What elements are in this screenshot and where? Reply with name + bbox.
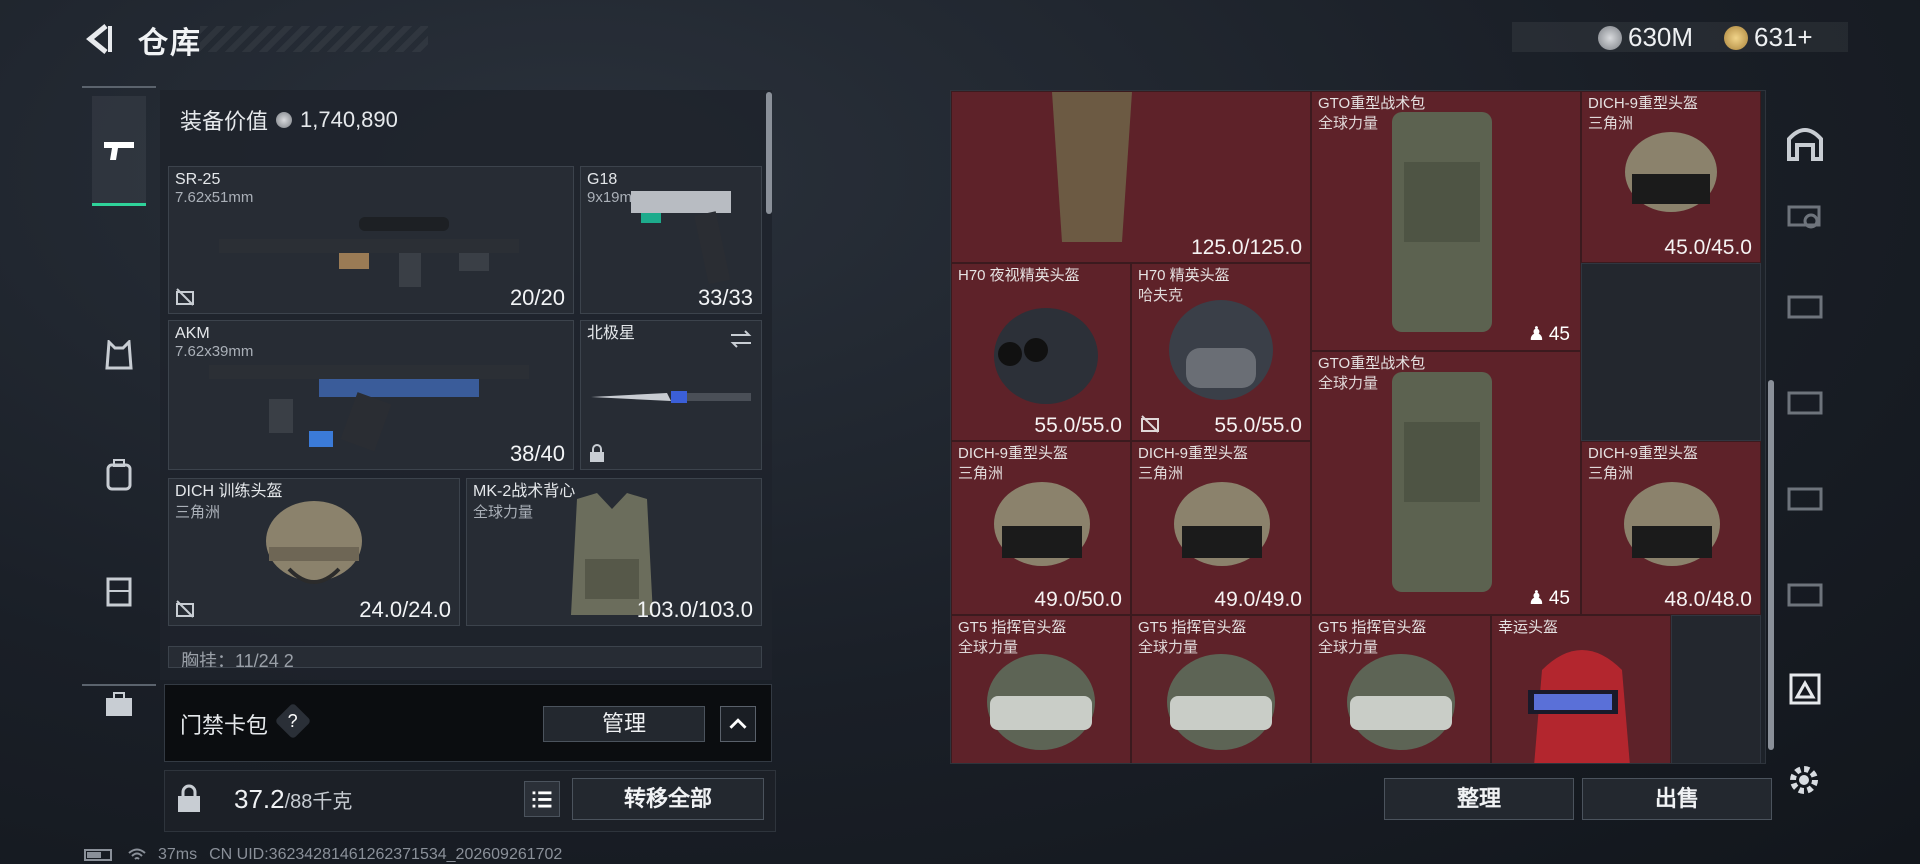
tab-stash-active[interactable] <box>1780 664 1830 714</box>
warehouse-icon <box>1787 128 1823 161</box>
backpack-image <box>1392 372 1492 592</box>
currency-silver[interactable]: 630M <box>1598 22 1693 53</box>
akm-rifle-image <box>209 365 529 452</box>
slot-sidearm[interactable]: G18 9x19mm 33/33 <box>580 166 762 314</box>
battery-icon <box>84 849 112 861</box>
dich9-helmet-image <box>994 482 1090 566</box>
knife-image <box>591 391 751 403</box>
sort-button[interactable]: 整理 <box>1384 778 1574 820</box>
stack-icon: ♟ <box>1527 324 1545 345</box>
dich9-helmet-image <box>1174 482 1270 566</box>
stash-item-backpack[interactable]: GTO重型战术包 全球力量 ♟ 45 <box>1311 351 1581 615</box>
tab-case[interactable] <box>92 678 146 732</box>
slot-body-armor[interactable]: MK-2战术背心 全球力量 103.0/103.0 <box>466 478 762 626</box>
wifi-icon <box>128 848 146 860</box>
stash-item-helmet[interactable]: DICH-9重型头盔 三角洲 48.0/48.0 <box>1581 441 1761 615</box>
gt5-helmet-image <box>1347 654 1455 750</box>
lucky-helmet-image <box>1528 650 1630 763</box>
ping: 37ms <box>158 846 198 863</box>
stash-item-helmet[interactable]: GT5 指挥官头盔 全球力量 <box>951 615 1131 763</box>
page-title: 仓库 <box>138 27 202 60</box>
tab-all-stash[interactable] <box>1780 118 1830 168</box>
backpack-icon <box>106 459 132 491</box>
chest-rig-icon <box>106 577 132 607</box>
list-view-icon[interactable] <box>524 781 560 817</box>
back-arrow-icon[interactable] <box>82 22 116 56</box>
stash-item-helmet[interactable]: H70 精英头盔 哈夫克 55.0/55.0 <box>1131 263 1311 441</box>
silver-coin-icon <box>276 112 293 128</box>
vest-icon <box>105 340 133 370</box>
dich9-helmet-image <box>1624 482 1720 566</box>
stash-item-helmet[interactable]: H70 夜视精英头盔 55.0/55.0 <box>951 263 1131 441</box>
category-tabs <box>82 86 156 716</box>
stash-slot-icon <box>1787 295 1823 319</box>
stash-grid[interactable]: 125.0/125.0 GTO重型战术包 全球力量 ♟ 45 DICH-9重型头盔… <box>950 90 1766 764</box>
uid: CN UID:3623428146126237153​4_20260926170… <box>209 846 563 863</box>
stash-slot-icon <box>1787 583 1823 607</box>
tab-stash-4[interactable] <box>1780 472 1830 522</box>
tab-stash-5[interactable] <box>1780 568 1830 618</box>
title-decoration <box>200 26 428 52</box>
empty-cell[interactable] <box>1581 263 1761 441</box>
status-bar: 37ms CN UID:3623428146126237153​4_202609… <box>84 846 562 864</box>
stash-item-helmet[interactable]: GT5 指挥官头盔 全球力量 <box>1131 615 1311 763</box>
tab-armor[interactable] <box>92 328 146 382</box>
currency-gold[interactable]: 631+ <box>1724 22 1813 53</box>
tab-rig[interactable] <box>92 564 146 618</box>
no-insurance-icon <box>1141 415 1159 433</box>
g18-pistol-image <box>631 191 731 285</box>
h70-helmet-image <box>1169 300 1273 400</box>
stash-item-helmet[interactable]: DICH-9重型头盔 三角洲 49.0/50.0 <box>951 441 1131 615</box>
keycard-case-label: 门禁卡包 <box>180 713 269 738</box>
lock-icon <box>590 444 604 462</box>
stash-slot-icon <box>1787 205 1821 229</box>
sr25-rifle-image <box>219 217 519 287</box>
chevron-up-icon[interactable] <box>720 706 756 742</box>
stash-item-helmet[interactable]: 幸运头盔 <box>1491 615 1671 763</box>
empty-cell[interactable] <box>1671 615 1761 763</box>
briefcase-icon <box>106 692 132 716</box>
slot-melee[interactable]: 北极星 <box>580 320 762 470</box>
manage-button[interactable]: 管理 <box>543 706 705 742</box>
slot-secondary-weapon[interactable]: AKM 7.62x39mm 38/40 <box>168 320 574 470</box>
training-helmet-image <box>266 501 362 584</box>
slot-primary-weapon[interactable]: SR-25 7.62x51mm 20/20 <box>168 166 574 314</box>
carry-weight: 37.2/88千克 <box>234 784 353 814</box>
equipment-value: 装备价值 1,740,890 <box>180 107 398 134</box>
stash-slot-icon <box>1787 487 1823 511</box>
h70-nvg-helmet-image <box>994 308 1098 404</box>
transfer-all-button[interactable]: 转移全部 <box>572 778 764 820</box>
pistol-icon <box>104 141 134 160</box>
chest-rig-row[interactable]: 胸挂：11/24 2 <box>168 646 762 668</box>
tab-stash-2[interactable] <box>1780 280 1830 330</box>
no-insurance-icon <box>176 288 194 306</box>
silver-coin-icon <box>1598 25 1622 50</box>
swap-icon[interactable] <box>729 329 753 349</box>
stash-slot-icon <box>1787 391 1823 415</box>
no-insurance-icon <box>176 600 194 618</box>
stash-item-helmet[interactable]: DICH-9重型头盔 三角洲 49.0/49.0 <box>1131 441 1311 615</box>
stash-item-armor-partial[interactable]: 125.0/125.0 <box>951 91 1311 263</box>
loadout-scrollbar[interactable] <box>766 92 772 214</box>
tab-weapons[interactable] <box>92 96 146 206</box>
stash-tabs <box>1770 96 1840 736</box>
tab-stash-3[interactable] <box>1780 376 1830 426</box>
tab-backpack[interactable] <box>92 448 146 502</box>
stash-item-helmet[interactable]: GT5 指挥官头盔 全球力量 <box>1311 615 1491 763</box>
stash-item-backpack[interactable]: GTO重型战术包 全球力量 ♟ 45 <box>1311 91 1581 351</box>
backpack-image <box>1392 112 1492 332</box>
gt5-helmet-image <box>1167 654 1275 750</box>
dich9-helmet-image <box>1625 132 1717 212</box>
armor-image <box>1052 92 1132 242</box>
weight-lock-icon <box>178 784 200 812</box>
stash-item-helmet[interactable]: DICH-9重型头盔 三角洲 45.0/45.0 <box>1581 91 1761 263</box>
gear-icon[interactable] <box>1786 762 1822 798</box>
stash-slot-icon <box>1789 673 1821 705</box>
gold-coin-icon <box>1724 25 1748 50</box>
stack-icon: ♟ <box>1527 588 1545 609</box>
tab-stash-1[interactable] <box>1780 188 1830 238</box>
sell-button[interactable]: 出售 <box>1582 778 1772 820</box>
gt5-helmet-image <box>987 654 1095 750</box>
slot-helmet[interactable]: DICH 训练头盔 三角洲 24.0/24.0 <box>168 478 460 626</box>
